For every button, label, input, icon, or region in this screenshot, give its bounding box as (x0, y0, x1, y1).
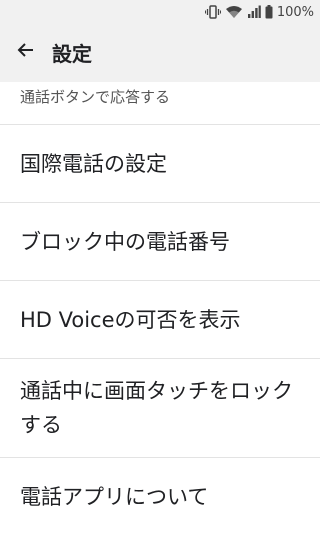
settings-item-blocked-numbers[interactable]: ブロック中の電話番号 (0, 202, 320, 280)
settings-item-answer-with-call-button[interactable]: 通話ボタンで応答する (0, 82, 320, 124)
top-bar: 100% 設定 (0, 0, 320, 82)
settings-item-lock-touch-during-call[interactable]: 通話中に画面タッチをロックする (0, 358, 320, 457)
settings-item-hd-voice[interactable]: HD Voiceの可否を表示 (0, 280, 320, 358)
status-bar: 100% (204, 2, 314, 22)
settings-item-about-phone-app[interactable]: 電話アプリについて (0, 457, 320, 533)
settings-item-international-call[interactable]: 国際電話の設定 (0, 124, 320, 202)
wifi-icon (225, 5, 243, 19)
settings-list: 国際電話の設定 ブロック中の電話番号 HD Voiceの可否を表示 通話中に画面… (0, 124, 320, 533)
signal-icon (247, 5, 261, 19)
battery-level: 100% (276, 4, 314, 20)
vibrate-icon (204, 5, 221, 19)
settings-item-label: 電話アプリについて (20, 484, 209, 509)
settings-screen: 100% 設定 通話ボタンで応答する 国際電話の設定 ブロック中の電話番号 HD… (0, 0, 320, 533)
app-bar: 設定 (0, 28, 320, 76)
settings-item-label: 通話ボタンで応答する (20, 88, 171, 106)
settings-item-label: ブロック中の電話番号 (20, 229, 230, 254)
settings-item-label: 国際電話の設定 (20, 151, 167, 176)
settings-item-label: HD Voiceの可否を表示 (20, 307, 241, 332)
back-button[interactable] (0, 28, 52, 76)
battery-icon (265, 5, 273, 19)
arrow-left-icon (17, 41, 35, 63)
settings-item-label: 通話中に画面タッチをロックする (20, 379, 293, 437)
page-title: 設定 (52, 41, 92, 66)
